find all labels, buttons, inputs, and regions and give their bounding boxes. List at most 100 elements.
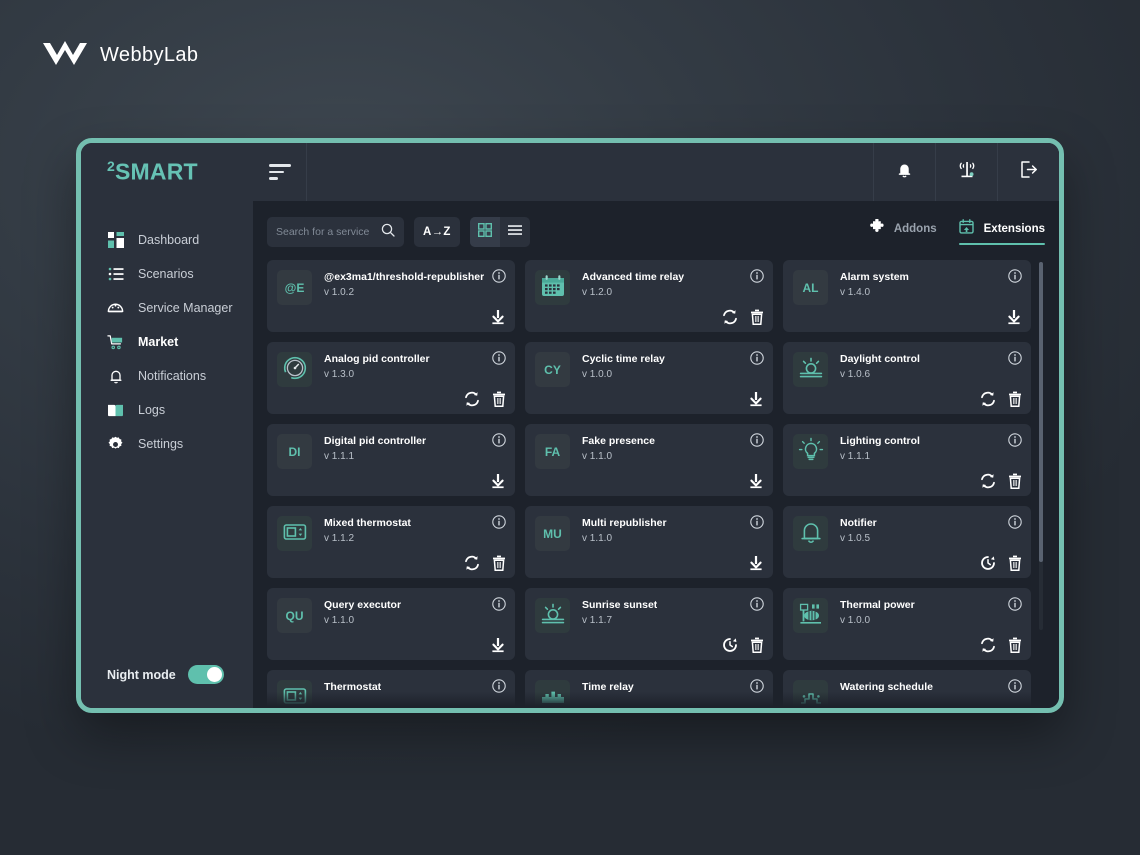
download-icon[interactable] [748, 473, 764, 489]
info-icon[interactable] [1008, 351, 1022, 370]
extension-card[interactable]: Mixed thermostat v 1.1.2 [267, 506, 515, 578]
view-mode-group [470, 217, 530, 247]
info-icon[interactable] [1008, 679, 1022, 698]
card-title: Thermostat [324, 681, 381, 694]
extension-card[interactable]: FA Fake presence v 1.1.0 [525, 424, 773, 496]
refresh-icon[interactable] [722, 309, 738, 325]
trash-icon[interactable] [1008, 637, 1022, 653]
extension-card[interactable]: MU Multi republisher v 1.1.0 [525, 506, 773, 578]
refresh-icon[interactable] [980, 637, 996, 653]
extension-card[interactable]: Time relay [525, 670, 773, 708]
info-icon[interactable] [492, 351, 506, 370]
sidebar-item-notifications[interactable]: Notifications [81, 359, 253, 393]
content-area: A→Z [253, 201, 1059, 708]
info-icon[interactable] [750, 679, 764, 698]
extension-card[interactable]: Thermal power v 1.0.0 [783, 588, 1031, 660]
download-icon[interactable] [748, 555, 764, 571]
extension-card[interactable]: @E @ex3ma1/threshold-republisher v 1.0.2 [267, 260, 515, 332]
info-icon[interactable] [1008, 515, 1022, 534]
menu-toggle-button[interactable] [253, 143, 307, 201]
card-actions [980, 637, 1022, 653]
info-icon[interactable] [492, 515, 506, 534]
broadcast-button[interactable] [935, 143, 997, 201]
sidebar-item-market[interactable]: Market [81, 325, 253, 359]
trash-icon[interactable] [1008, 391, 1022, 407]
extension-card[interactable]: Sunrise sunset v 1.1.7 [525, 588, 773, 660]
info-icon[interactable] [750, 433, 764, 452]
info-icon[interactable] [1008, 597, 1022, 616]
extension-card[interactable]: Advanced time relay v 1.2.0 [525, 260, 773, 332]
card-title: Lighting control [840, 435, 920, 448]
trash-icon[interactable] [1008, 473, 1022, 489]
sidebar-item-dashboard[interactable]: Dashboard [81, 223, 253, 257]
extension-card[interactable]: CY Cyclic time relay v 1.0.0 [525, 342, 773, 414]
refresh-icon[interactable] [464, 391, 480, 407]
bell-icon [896, 161, 913, 184]
info-icon[interactable] [750, 515, 764, 534]
extension-card[interactable]: QU Query executor v 1.1.0 [267, 588, 515, 660]
logout-button[interactable] [997, 143, 1059, 201]
list-view-icon [507, 223, 523, 242]
view-list-button[interactable] [500, 217, 530, 247]
logout-icon [1019, 160, 1039, 184]
refresh-icon[interactable] [980, 391, 996, 407]
extension-card[interactable]: Notifier v 1.0.5 [783, 506, 1031, 578]
topbar-spacer [307, 143, 873, 201]
sidebar-item-scenarios[interactable]: Scenarios [81, 257, 253, 291]
card-actions [980, 391, 1022, 407]
sidebar-item-logs[interactable]: Logs [81, 393, 253, 427]
view-grid-button[interactable] [470, 217, 500, 247]
trash-icon[interactable] [492, 391, 506, 407]
extension-card[interactable]: Analog pid controller v 1.3.0 [267, 342, 515, 414]
extension-card[interactable]: Thermostat [267, 670, 515, 708]
tab-addons[interactable]: Addons [869, 219, 937, 245]
download-icon[interactable] [490, 637, 506, 653]
tab-extensions[interactable]: Extensions [959, 219, 1045, 245]
download-icon[interactable] [1006, 309, 1022, 325]
scrollbar-thumb[interactable] [1039, 262, 1043, 562]
sort-az-button[interactable]: A→Z [414, 217, 460, 247]
cards-scroll-region: @E @ex3ma1/threshold-republisher v 1.0.2 [267, 260, 1045, 708]
info-icon[interactable] [492, 679, 506, 698]
extension-card[interactable]: Daylight control v 1.0.6 [783, 342, 1031, 414]
info-icon[interactable] [492, 269, 506, 288]
info-icon[interactable] [750, 269, 764, 288]
info-icon[interactable] [1008, 433, 1022, 452]
trash-icon[interactable] [750, 309, 764, 325]
sidebar: 2SMART Dashboard [81, 143, 253, 708]
sunrise-icon [540, 601, 566, 630]
card-tile [535, 680, 570, 708]
info-icon[interactable] [750, 597, 764, 616]
extension-card[interactable]: AL Alarm system v 1.4.0 [783, 260, 1031, 332]
search-box[interactable] [267, 217, 404, 247]
extension-card[interactable]: Lighting control v 1.1.1 [783, 424, 1031, 496]
sidebar-item-label: Market [138, 335, 178, 349]
trash-icon[interactable] [492, 555, 506, 571]
search-input[interactable] [276, 226, 375, 238]
download-icon[interactable] [490, 309, 506, 325]
sidebar-item-settings[interactable]: Settings [81, 427, 253, 461]
download-icon[interactable] [490, 473, 506, 489]
info-icon[interactable] [492, 597, 506, 616]
card-title: Alarm system [840, 271, 909, 284]
history-icon[interactable] [980, 555, 996, 571]
extension-card[interactable]: Watering schedule [783, 670, 1031, 708]
trash-icon[interactable] [750, 637, 764, 653]
info-icon[interactable] [1008, 269, 1022, 288]
extension-card[interactable]: DI Digital pid controller v 1.1.1 [267, 424, 515, 496]
info-icon[interactable] [492, 433, 506, 452]
gear-icon [107, 436, 124, 453]
app-logo[interactable]: 2SMART [81, 143, 253, 201]
info-icon[interactable] [750, 351, 764, 370]
download-icon[interactable] [748, 391, 764, 407]
history-icon[interactable] [722, 637, 738, 653]
trash-icon[interactable] [1008, 555, 1022, 571]
sidebar-item-service-manager[interactable]: Service Manager [81, 291, 253, 325]
notifications-button[interactable] [873, 143, 935, 201]
search-icon[interactable] [381, 223, 395, 242]
vertical-scrollbar[interactable] [1039, 262, 1043, 630]
dashboard-icon [107, 232, 124, 249]
night-mode-toggle[interactable] [188, 665, 224, 684]
refresh-icon[interactable] [980, 473, 996, 489]
refresh-icon[interactable] [464, 555, 480, 571]
